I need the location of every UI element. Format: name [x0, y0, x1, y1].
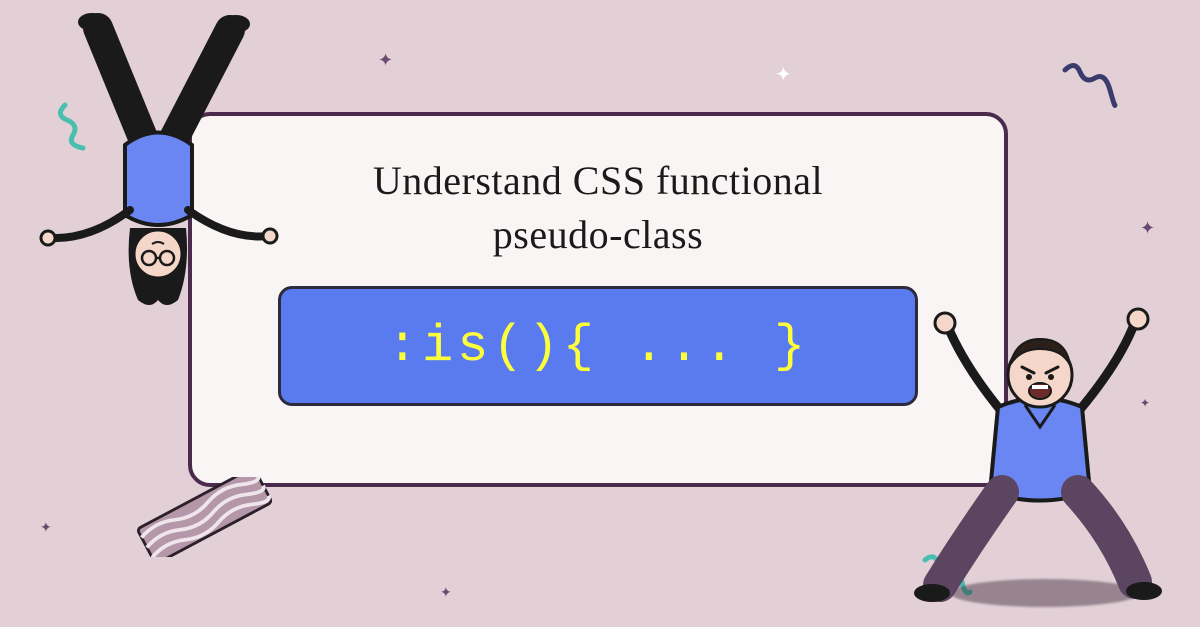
cheering-person-illustration	[910, 307, 1170, 617]
content-card: Understand CSS functional pseudo-class :…	[188, 112, 1008, 487]
squiggle-icon	[1060, 60, 1120, 110]
sparkle-icon: ✦	[440, 585, 452, 602]
title-line-1: Understand CSS functional	[373, 158, 823, 203]
sparkle-icon: ✦	[1140, 218, 1155, 239]
code-box: :is(){ ... }	[278, 286, 918, 406]
sparkle-icon: ✦	[775, 62, 792, 87]
sparkle-icon: ✦	[378, 50, 393, 71]
sparkle-icon: ✦	[40, 520, 52, 537]
code-text: :is(){ ... }	[387, 317, 809, 376]
title-line-2: pseudo-class	[493, 212, 703, 257]
card-title: Understand CSS functional pseudo-class	[232, 154, 964, 262]
ribbon-icon	[130, 477, 280, 557]
handstand-person-illustration	[30, 10, 280, 330]
